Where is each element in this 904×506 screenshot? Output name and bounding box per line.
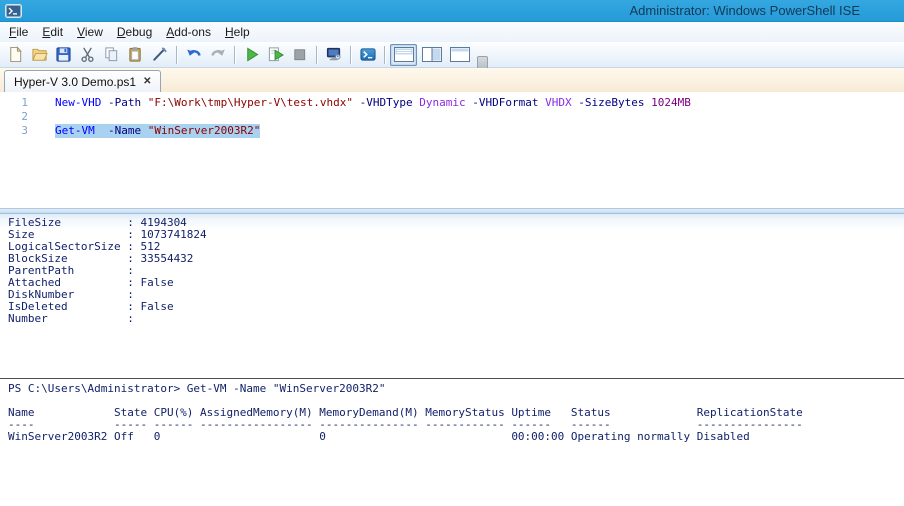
new-remote-powershell-tab-icon[interactable] (322, 44, 345, 66)
powershell-ise-window: Administrator: Windows PowerShell ISE Fi… (0, 0, 904, 506)
new-script-icon[interactable] (4, 44, 27, 66)
toolbar-separator (316, 46, 317, 64)
menu-edit[interactable]: Edit (35, 23, 70, 41)
selected-code-text[interactable]: Get-VM -Name "WinServer2003R2" (55, 124, 260, 138)
title-bar: Administrator: Windows PowerShell ISE (0, 0, 904, 22)
toolbar-separator (384, 46, 385, 64)
copy-icon[interactable] (100, 44, 123, 66)
paste-icon[interactable] (124, 44, 147, 66)
console-pane-text: PS C:\Users\Administrator> Get-VM -Name … (8, 383, 904, 443)
line-number: 3 (0, 124, 28, 138)
toolbar-separator (350, 46, 351, 64)
start-powershell-icon[interactable] (356, 44, 379, 66)
tab-strip: Hyper-V 3.0 Demo.ps1 ✕ (0, 68, 904, 92)
menu-addons[interactable]: Add-ons (159, 23, 218, 41)
toolbar-separator (176, 46, 177, 64)
cut-icon[interactable] (76, 44, 99, 66)
script-editor[interactable]: 1 New-VHD -Path "F:\Work\tmp\Hyper-V\test… (0, 92, 904, 208)
layout-script-top-icon[interactable] (390, 44, 417, 66)
menu-file[interactable]: File (2, 23, 35, 41)
run-selection-icon[interactable] (264, 44, 287, 66)
layout-script-right-icon[interactable] (418, 44, 445, 66)
undo-icon[interactable] (182, 44, 205, 66)
toolbar-separator (234, 46, 235, 64)
save-icon[interactable] (52, 44, 75, 66)
stop-icon[interactable] (288, 44, 311, 66)
redo-icon[interactable] (206, 44, 229, 66)
tab-label: Hyper-V 3.0 Demo.ps1 (14, 75, 136, 89)
code-text[interactable]: New-VHD -Path "F:\Work\tmp\Hyper-V\test.… (55, 96, 691, 110)
open-script-icon[interactable] (28, 44, 51, 66)
output-pane-text: FileSize : 4194304 Size : 1073741824 Log… (8, 217, 904, 325)
menu-debug[interactable]: Debug (110, 23, 159, 41)
toolbar (0, 42, 904, 68)
editor-line[interactable]: 2 (0, 110, 904, 124)
editor-line[interactable]: 3 Get-VM -Name "WinServer2003R2" (0, 124, 904, 138)
menu-help[interactable]: Help (218, 23, 257, 41)
powershell-app-icon (5, 4, 22, 18)
line-number: 1 (0, 96, 28, 110)
tab-script-file[interactable]: Hyper-V 3.0 Demo.ps1 ✕ (4, 70, 161, 92)
tab-close-icon[interactable]: ✕ (143, 76, 151, 87)
editor-line[interactable]: 1 New-VHD -Path "F:\Work\tmp\Hyper-V\test… (0, 96, 904, 110)
line-number: 2 (0, 110, 28, 124)
menu-view[interactable]: View (70, 23, 110, 41)
menu-bar: FileEditViewDebugAdd-onsHelp (0, 22, 904, 42)
window-title: Administrator: Windows PowerShell ISE (630, 3, 860, 18)
run-script-icon[interactable] (240, 44, 263, 66)
layout-script-max-icon[interactable] (446, 44, 473, 66)
console-pane[interactable]: PS C:\Users\Administrator> Get-VM -Name … (0, 378, 904, 506)
clear-console-icon[interactable] (148, 44, 171, 66)
output-pane[interactable]: FileSize : 4194304 Size : 1073741824 Log… (0, 214, 904, 378)
